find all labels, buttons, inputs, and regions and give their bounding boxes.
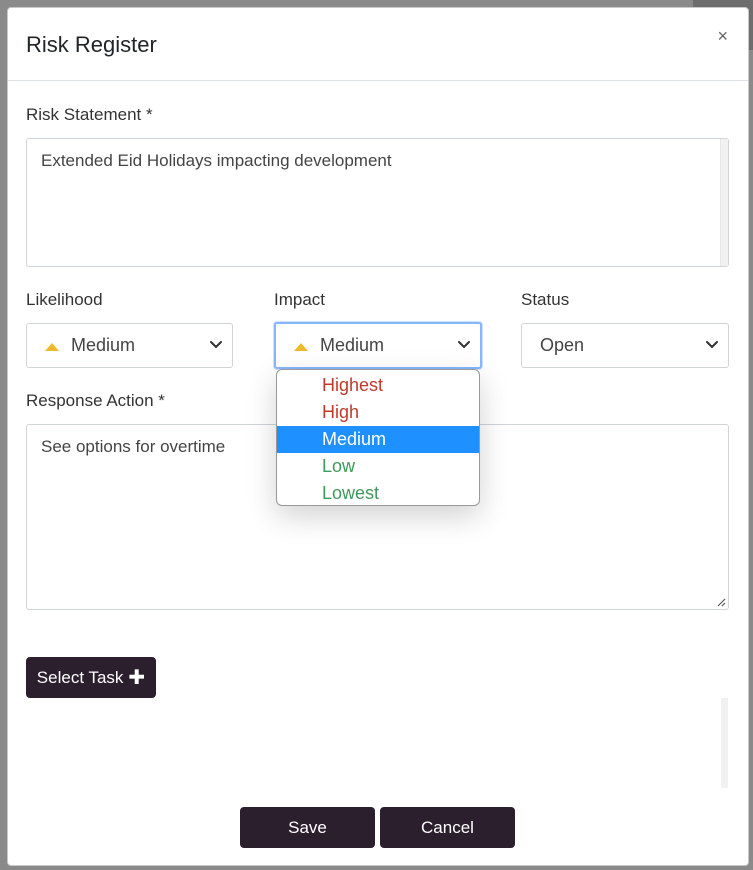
impact-option-high[interactable]: High	[277, 399, 479, 426]
resize-handle-icon[interactable]	[716, 597, 726, 607]
impact-option-medium[interactable]: Medium	[277, 426, 479, 453]
tasks-scrollbar[interactable]	[721, 698, 728, 788]
likelihood-label: Likelihood	[26, 290, 103, 309]
impact-select[interactable]: Medium	[274, 322, 482, 369]
plus-icon: ✚	[128, 666, 146, 689]
triangle-up-icon	[45, 342, 59, 351]
select-task-button[interactable]: Select Task ✚	[26, 657, 156, 698]
impact-value: Medium	[320, 335, 385, 355]
chevron-down-icon	[458, 341, 470, 348]
save-label: Save	[288, 817, 327, 837]
cancel-button[interactable]: Cancel	[380, 807, 515, 848]
status-select[interactable]: Open	[521, 323, 729, 368]
risk-statement-input[interactable]: Extended Eid Holidays impacting developm…	[26, 138, 729, 267]
response-action-value: See options for overtime	[41, 437, 226, 456]
response-action-label: Response Action *	[26, 391, 165, 410]
status-value: Open	[540, 335, 585, 355]
modal-title: Risk Register	[26, 32, 157, 57]
impact-option-lowest[interactable]: Lowest	[277, 480, 479, 505]
risk-statement-label: Risk Statement *	[26, 105, 153, 124]
chevron-down-icon	[210, 341, 222, 348]
likelihood-select[interactable]: Medium	[26, 323, 233, 368]
impact-dropdown-list: Highest High Medium Low Lowest	[276, 369, 480, 506]
triangle-up-icon	[294, 342, 308, 351]
risk-statement-scrollbar[interactable]	[720, 139, 728, 266]
select-task-label: Select Task	[36, 667, 124, 687]
risk-register-modal: Risk Register × Risk Statement * Extende…	[7, 7, 749, 866]
chevron-down-icon	[706, 341, 718, 348]
risk-statement-value: Extended Eid Holidays impacting developm…	[41, 151, 392, 170]
status-label: Status	[521, 290, 570, 309]
impact-label: Impact	[274, 290, 326, 309]
likelihood-value: Medium	[71, 335, 136, 355]
modal-header: Risk Register ×	[8, 8, 748, 81]
close-button[interactable]: ×	[717, 26, 728, 46]
impact-option-low[interactable]: Low	[277, 453, 479, 480]
impact-option-highest[interactable]: Highest	[277, 372, 479, 399]
save-button[interactable]: Save	[240, 807, 375, 848]
cancel-label: Cancel	[421, 817, 474, 837]
